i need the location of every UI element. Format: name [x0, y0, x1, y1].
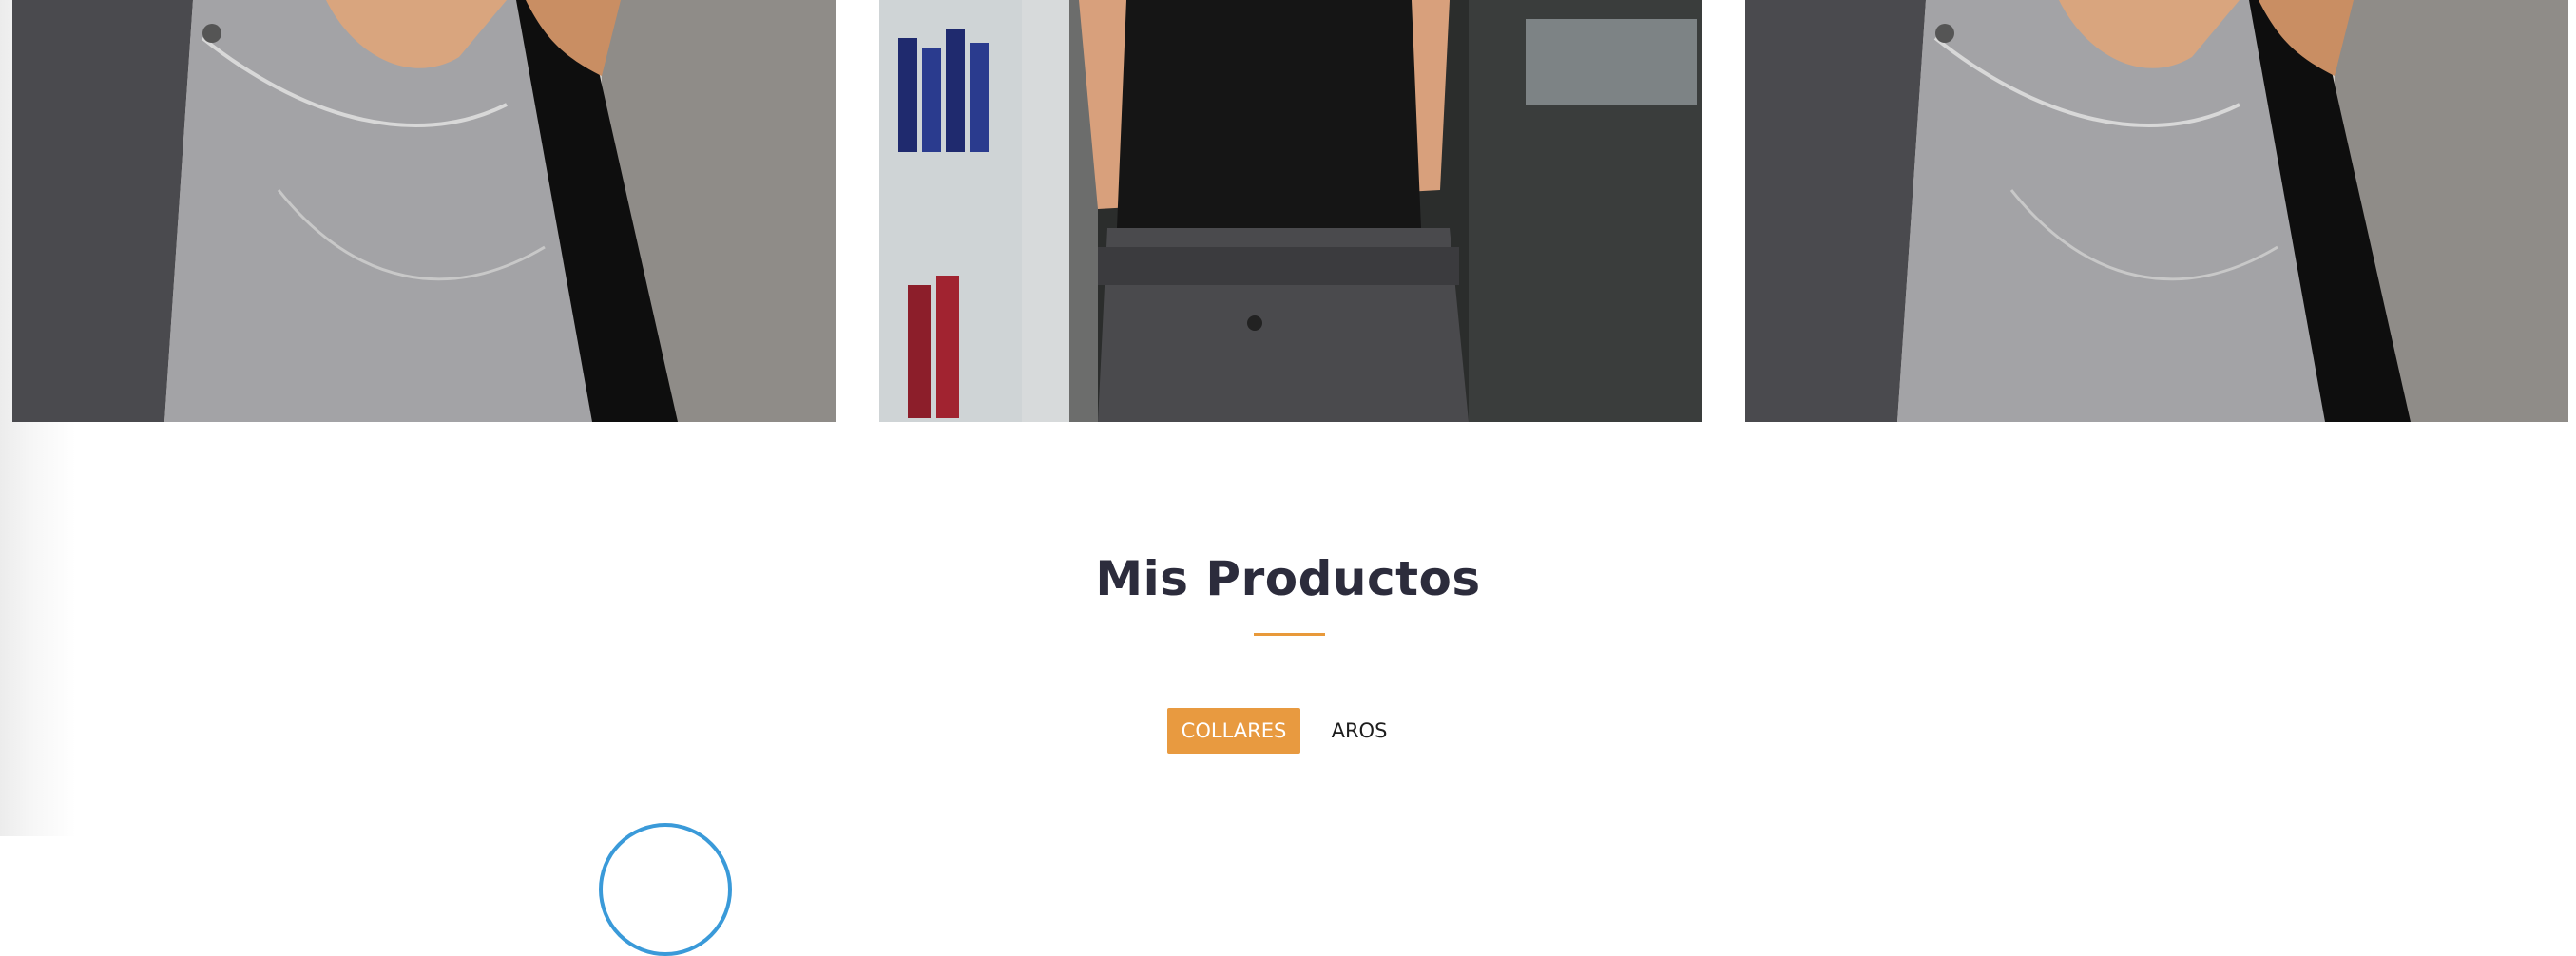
tab-aros[interactable]: AROS [1317, 708, 1401, 754]
tab-collares[interactable]: COLLARES [1167, 708, 1300, 754]
photo-image [1745, 0, 2568, 422]
gallery-photo-3[interactable] [1745, 0, 2568, 422]
photo-image [12, 0, 836, 422]
gallery-photo-1[interactable] [12, 0, 836, 422]
product-image-circle[interactable] [599, 823, 732, 956]
product-filter-tabs: COLLARES AROS [0, 708, 2576, 754]
photo-image [879, 0, 1702, 422]
photo-gallery [0, 0, 2576, 422]
title-underline [1254, 633, 1325, 636]
gallery-photo-2[interactable] [879, 0, 1702, 422]
section-title: Mis Productos [1095, 551, 1481, 606]
